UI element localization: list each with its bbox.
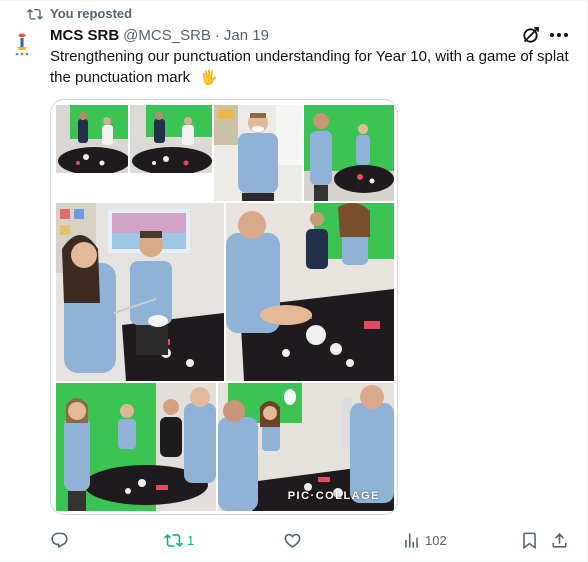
author-display-name[interactable]: MCS SRB (50, 27, 119, 44)
views-button[interactable]: 102 (402, 529, 447, 551)
repost-icon (27, 6, 43, 20)
more-icon[interactable] (548, 25, 570, 45)
bookmark-button[interactable] (520, 529, 539, 551)
photo-collage[interactable]: PIC·COLLAGE (56, 105, 394, 511)
repost-button[interactable]: 1 (164, 529, 194, 551)
photo-tile (56, 203, 224, 381)
repost-count: 1 (187, 532, 195, 548)
collage-watermark: PIC·COLLAGE (287, 490, 380, 502)
post-date[interactable]: Jan 19 (224, 27, 269, 44)
photo-tile (56, 105, 128, 173)
tweet-body: Strengthening our punctuation understand… (50, 48, 569, 86)
like-button[interactable] (283, 529, 306, 551)
photo-tile (226, 203, 394, 381)
tweet-card[interactable]: You reposted MCS SRB @MCS_SRB · Jan 19 S… (0, 0, 588, 562)
views-count: 102 (425, 532, 447, 548)
repost-banner-text: You reposted (50, 5, 133, 21)
photo-tile (214, 105, 302, 201)
author-line: MCS SRB @MCS_SRB · Jan 19 (50, 25, 269, 45)
tweet-text: Strengthening our punctuation understand… (50, 46, 570, 88)
grok-icon[interactable] (521, 25, 541, 45)
bookmark-icon (523, 532, 536, 549)
action-bar: 1 102 (50, 529, 570, 551)
repost-icon (164, 533, 183, 547)
share-icon (552, 532, 567, 548)
heart-icon (284, 533, 301, 548)
reply-icon (51, 532, 68, 548)
school-logo-icon (6, 29, 38, 61)
photo-tile (56, 383, 216, 511)
media-attachment[interactable]: PIC·COLLAGE (50, 99, 398, 515)
share-button[interactable] (550, 529, 569, 551)
photo-tile (130, 105, 212, 173)
repost-banner: You reposted (27, 5, 132, 21)
reply-button[interactable] (50, 529, 73, 551)
photo-tile (304, 105, 394, 201)
views-icon (405, 532, 418, 548)
author-handle[interactable]: @MCS_SRB (123, 27, 211, 44)
separator-dot: · (214, 26, 220, 44)
avatar[interactable] (6, 29, 38, 61)
waving-hand-emoji: 🖐 (200, 69, 218, 85)
